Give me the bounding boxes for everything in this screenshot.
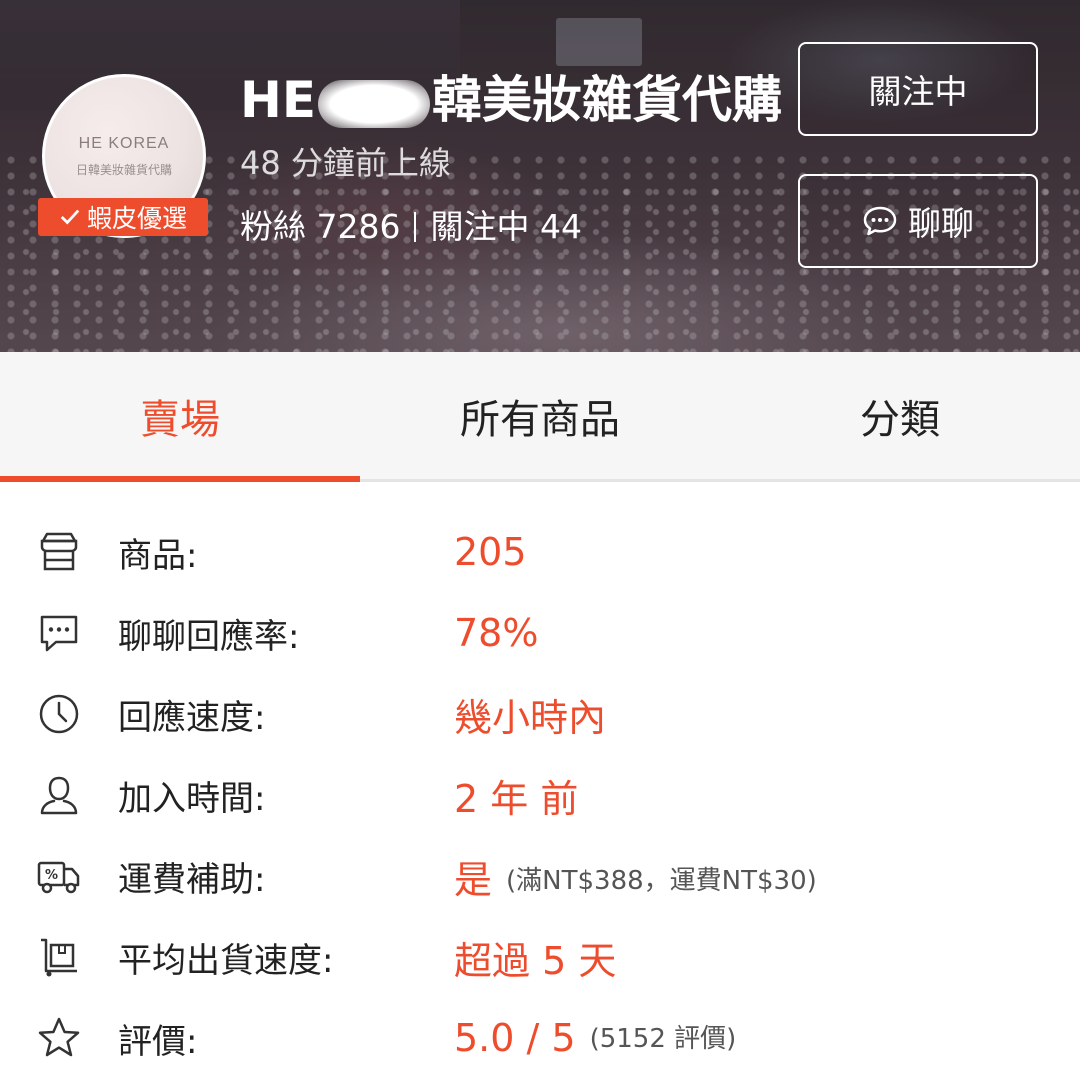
chat-button[interactable]: 聊聊	[798, 174, 1038, 268]
info-row-products: 商品: 205	[0, 522, 1080, 582]
shop-stats: 粉絲 7286 關注中 44	[240, 200, 582, 248]
info-note: (滿NT$388，運費NT$30)	[506, 865, 817, 896]
redacted-blur	[318, 79, 431, 128]
avatar-logo-text: HE KOREA	[78, 134, 170, 152]
stats-divider	[414, 212, 417, 242]
avatar-logo-subtext: 日韓美妝雜貨代購	[75, 162, 172, 177]
svg-text:%: %	[45, 868, 58, 883]
info-note: (5152 評價)	[589, 1024, 737, 1054]
info-value: 2 年 前	[454, 776, 579, 821]
info-value: 205	[454, 530, 527, 574]
delivery-truck-icon: %	[36, 853, 82, 899]
online-status: 48 分鐘前上線	[240, 144, 451, 182]
followers-count[interactable]: 粉絲 7286	[240, 207, 400, 246]
check-icon	[60, 209, 80, 225]
shop-name: HE 韓美妝雜貨代購	[240, 71, 783, 129]
info-label: 聊聊回應率:	[118, 616, 300, 657]
info-label: 運費補助:	[118, 859, 266, 900]
info-value: 超過 5 天	[454, 938, 617, 983]
info-row-ship-speed: 平均出貨速度: 超過 5 天	[0, 927, 1080, 987]
info-value: 是	[454, 857, 493, 902]
info-label: 回應速度:	[118, 697, 266, 738]
info-row-joined: 加入時間: 2 年 前	[0, 765, 1080, 825]
chat-button-label: 聊聊	[908, 204, 974, 243]
follow-button-label: 關注中	[868, 72, 968, 111]
info-value: 78%	[454, 611, 539, 655]
package-trolley-icon	[36, 934, 82, 980]
preferred-seller-badge: 蝦皮優選	[38, 198, 208, 236]
user-icon	[36, 772, 82, 818]
following-count[interactable]: 關注中 44	[430, 207, 581, 246]
store-icon	[36, 529, 82, 575]
info-value-wrap: 5.0 / 5 (5152 評價)	[454, 1016, 736, 1060]
badge-label: 蝦皮優選	[86, 204, 187, 233]
info-row-shipping: % 運費補助: 是 (滿NT$388，運費NT$30)	[0, 846, 1080, 906]
info-label: 加入時間:	[118, 778, 266, 819]
shop-header: HE KOREA 日韓美妝雜貨代購 蝦皮優選 HE 韓美妝雜貨代購 48 分鐘前上…	[0, 0, 1080, 352]
tab-shop[interactable]: 賣場	[0, 352, 360, 482]
tab-categories[interactable]: 分類	[720, 352, 1080, 479]
shop-tabs: 賣場 所有商品 分類	[0, 352, 1080, 482]
info-label: 商品:	[118, 535, 198, 576]
chat-icon	[863, 206, 897, 236]
info-value-wrap: 是 (滿NT$388，運費NT$30)	[454, 849, 817, 904]
info-label: 評價:	[118, 1021, 198, 1062]
info-value: 5.0 / 5	[454, 1016, 576, 1060]
star-icon	[36, 1015, 82, 1061]
follow-button[interactable]: 關注中	[798, 42, 1038, 136]
tab-all-products[interactable]: 所有商品	[360, 352, 720, 479]
chat-bubble-icon	[36, 610, 82, 656]
info-row-chat-rate: 聊聊回應率: 78%	[0, 603, 1080, 663]
info-label: 平均出貨速度:	[118, 940, 334, 981]
info-value: 幾小時內	[454, 695, 607, 740]
info-row-response-speed: 回應速度: 幾小時內	[0, 684, 1080, 744]
clock-icon	[36, 691, 82, 737]
info-row-rating: 評價: 5.0 / 5 (5152 評價)	[0, 1008, 1080, 1068]
